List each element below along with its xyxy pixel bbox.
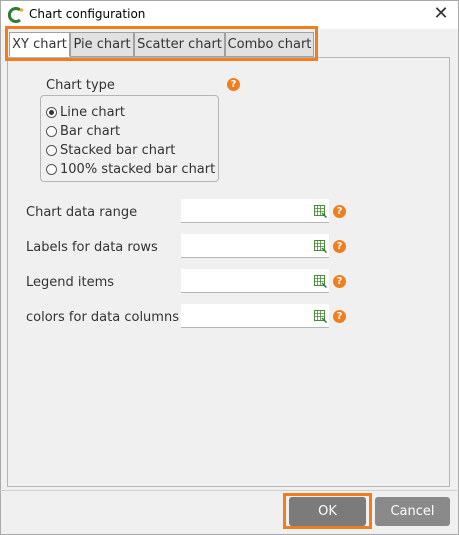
title-bar: Chart configuration ✕ bbox=[1, 1, 458, 29]
radio-button[interactable] bbox=[46, 163, 57, 175]
radio-stacked-bar-chart[interactable]: Stacked bar chart bbox=[46, 141, 175, 159]
radio-label: 100% stacked bar chart bbox=[60, 161, 216, 177]
help-icon[interactable]: ? bbox=[333, 240, 346, 253]
cancel-button[interactable]: Cancel bbox=[375, 497, 450, 526]
radio-label: Bar chart bbox=[60, 123, 121, 139]
chart-app-icon bbox=[8, 7, 23, 23]
help-icon[interactable]: ? bbox=[333, 275, 346, 288]
labels-for-data-rows-label: Labels for data rows bbox=[26, 240, 158, 255]
help-icon[interactable]: ? bbox=[227, 78, 240, 91]
footer-divider bbox=[0, 490, 457, 491]
close-icon[interactable]: ✕ bbox=[430, 3, 452, 25]
ok-button[interactable]: OK bbox=[289, 497, 366, 526]
range-select-icon[interactable] bbox=[314, 205, 327, 218]
colors-for-data-columns-input[interactable] bbox=[181, 304, 329, 328]
range-select-icon[interactable] bbox=[314, 240, 327, 253]
radio-label: Stacked bar chart bbox=[60, 142, 176, 158]
range-select-icon[interactable] bbox=[314, 310, 327, 323]
labels-for-data-rows-input[interactable] bbox=[181, 234, 329, 258]
radio-label: Line chart bbox=[60, 104, 126, 120]
tabs-highlight bbox=[5, 26, 318, 61]
legend-items-label: Legend items bbox=[26, 275, 115, 290]
legend-items-input[interactable] bbox=[181, 269, 329, 293]
radio-button[interactable] bbox=[46, 106, 57, 118]
radio-bar-chart[interactable]: Bar chart bbox=[46, 122, 120, 140]
radio-100-stacked-bar-chart[interactable]: 100% stacked bar chart bbox=[46, 160, 215, 178]
chart-data-range-input[interactable] bbox=[181, 199, 329, 223]
radio-button[interactable] bbox=[46, 144, 57, 156]
chart-data-range-label: Chart data range bbox=[26, 205, 138, 220]
window-title: Chart configuration bbox=[29, 7, 146, 21]
colors-for-data-columns-label: colors for data columns bbox=[26, 310, 179, 325]
help-icon[interactable]: ? bbox=[333, 310, 346, 323]
radio-line-chart[interactable]: Line chart bbox=[46, 103, 125, 121]
chart-type-label: Chart type bbox=[46, 78, 115, 93]
help-icon[interactable]: ? bbox=[333, 205, 346, 218]
radio-button[interactable] bbox=[46, 125, 57, 137]
range-select-icon[interactable] bbox=[314, 275, 327, 288]
